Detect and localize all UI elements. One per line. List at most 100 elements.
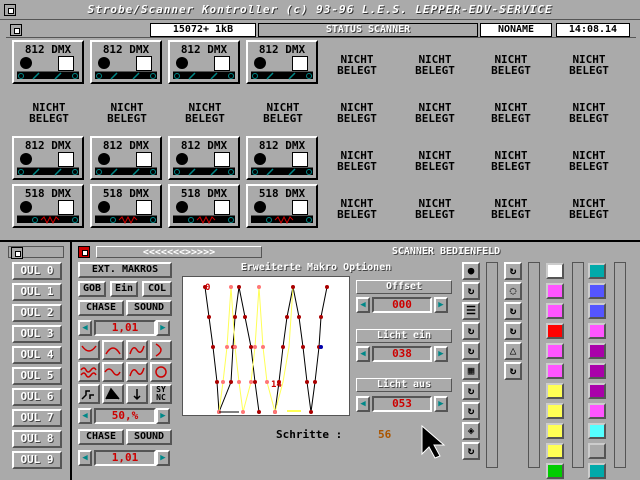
tool-icon-4[interactable]: ↻ — [462, 342, 480, 360]
scrollbar-2[interactable] — [528, 262, 540, 468]
tool2-icon-1[interactable]: ◌ — [504, 282, 522, 300]
scrollbar-3[interactable] — [572, 262, 584, 468]
sync-icon[interactable]: SY NC — [150, 384, 172, 404]
double-wave-icon[interactable] — [78, 362, 100, 382]
dmx-slider[interactable] — [251, 215, 313, 225]
tool-icon-8[interactable]: ◈ — [462, 422, 480, 440]
s-curve-icon[interactable] — [126, 340, 148, 360]
output-button-4[interactable]: OUL 4 — [12, 346, 62, 364]
empty-slot[interactable]: NICHT BELEGT — [554, 198, 624, 220]
color-swatch-b-2[interactable] — [588, 303, 606, 319]
triangle-icon[interactable] — [102, 384, 124, 404]
empty-slot[interactable]: NICHT BELEGT — [400, 150, 470, 172]
tool-icon-2[interactable]: ☰ — [462, 302, 480, 320]
scanner-nav[interactable]: <<<<<<<>>>>> — [96, 246, 262, 258]
bracket-curve-icon[interactable] — [150, 340, 172, 360]
empty-slot[interactable]: NICHT BELEGT — [476, 150, 546, 172]
sound-button[interactable]: SOUND — [126, 300, 172, 316]
output-button-2[interactable]: OUL 2 — [12, 304, 62, 322]
ext-macros-button[interactable]: EXT. MAKROS — [78, 262, 172, 278]
gob-button[interactable]: GOB — [78, 281, 106, 297]
licht-ein-decrease-icon[interactable]: ◀ — [356, 346, 370, 362]
color-swatch-b-1[interactable] — [588, 283, 606, 299]
macro-graph[interactable]: 0 14 — [182, 276, 350, 416]
color-swatch-1[interactable] — [546, 283, 564, 299]
dmx-slider[interactable] — [173, 167, 235, 176]
output-button-0[interactable]: OUL 0 — [12, 262, 62, 280]
output-button-9[interactable]: OUL 9 — [12, 451, 62, 469]
tool2-icon-2[interactable]: ↻ — [504, 302, 522, 320]
dmx-slider[interactable] — [17, 215, 79, 225]
empty-slot[interactable]: NICHT BELEGT — [400, 198, 470, 220]
tool-icon-7[interactable]: ↻ — [462, 402, 480, 420]
color-swatch-10[interactable] — [546, 463, 564, 479]
down-arrow-icon[interactable] — [126, 384, 148, 404]
color-swatch-8[interactable] — [546, 423, 564, 439]
scrollbar-1[interactable] — [486, 262, 498, 468]
color-swatch-2[interactable] — [546, 303, 564, 319]
output-button-3[interactable]: OUL 3 — [12, 325, 62, 343]
empty-slot[interactable]: NICHT BELEGT — [92, 102, 162, 124]
value3-increase-icon[interactable]: ▶ — [156, 450, 170, 466]
color-swatch-b-5[interactable] — [588, 363, 606, 379]
dmx-slider[interactable] — [95, 71, 157, 80]
ein-button[interactable]: Ein — [110, 281, 138, 297]
licht-ein-increase-icon[interactable]: ▶ — [434, 346, 448, 362]
dmx-device-518[interactable]: 518 DMX — [90, 184, 162, 228]
circle-icon[interactable] — [150, 362, 172, 382]
licht-aus-increase-icon[interactable]: ▶ — [434, 396, 448, 412]
dmx-slider[interactable] — [17, 71, 79, 80]
empty-slot[interactable]: NICHT BELEGT — [554, 54, 624, 76]
rising-wave-icon[interactable] — [126, 362, 148, 382]
color-swatch-b-4[interactable] — [588, 343, 606, 359]
col-button[interactable]: COL — [142, 281, 172, 297]
empty-slot[interactable]: NICHT BELEGT — [170, 102, 240, 124]
color-swatch-7[interactable] — [546, 403, 564, 419]
output-button-6[interactable]: OUL 6 — [12, 388, 62, 406]
color-swatch-b-9[interactable] — [588, 443, 606, 459]
color-swatch-9[interactable] — [546, 443, 564, 459]
licht-aus-decrease-icon[interactable]: ◀ — [356, 396, 370, 412]
dmx-device-812[interactable]: 812 DMX — [246, 136, 318, 180]
sound2-button[interactable]: SOUND — [126, 429, 172, 445]
dmx-slider[interactable] — [173, 71, 235, 80]
dmx-device-812[interactable]: 812 DMX — [90, 40, 162, 84]
dmx-slider[interactable] — [95, 215, 157, 225]
value1-decrease-icon[interactable]: ◀ — [78, 320, 92, 336]
color-swatch-b-8[interactable] — [588, 423, 606, 439]
dmx-slider[interactable] — [17, 167, 79, 176]
empty-slot[interactable]: NICHT BELEGT — [476, 198, 546, 220]
tool-icon-3[interactable]: ↻ — [462, 322, 480, 340]
empty-slot[interactable]: NICHT BELEGT — [14, 102, 84, 124]
tool2-icon-3[interactable]: ↻ — [504, 322, 522, 340]
scrollbar-4[interactable] — [614, 262, 626, 468]
tool-icon-0[interactable]: ● — [462, 262, 480, 280]
color-swatch-5[interactable] — [546, 363, 564, 379]
color-swatch-3[interactable] — [546, 323, 564, 339]
tool-icon-1[interactable]: ↻ — [462, 282, 480, 300]
dmx-slider[interactable] — [95, 167, 157, 176]
color-swatch-6[interactable] — [546, 383, 564, 399]
dmx-device-812[interactable]: 812 DMX — [12, 136, 84, 180]
empty-slot[interactable]: NICHT BELEGT — [322, 54, 392, 76]
dmx-slider[interactable] — [251, 167, 313, 176]
dmx-slider[interactable] — [251, 71, 313, 80]
empty-slot[interactable]: NICHT BELEGT — [476, 102, 546, 124]
dmx-device-518[interactable]: 518 DMX — [168, 184, 240, 228]
output-close-icon[interactable] — [11, 247, 23, 259]
curve-down-icon[interactable] — [78, 340, 100, 360]
dmx-device-812[interactable]: 812 DMX — [168, 136, 240, 180]
tool-icon-9[interactable]: ↻ — [462, 442, 480, 460]
color-swatch-4[interactable] — [546, 343, 564, 359]
color-swatch-b-10[interactable] — [588, 463, 606, 479]
value1-increase-icon[interactable]: ▶ — [156, 320, 170, 336]
color-swatch-b-0[interactable] — [588, 263, 606, 279]
wave-icon[interactable] — [102, 362, 124, 382]
dmx-device-812[interactable]: 812 DMX — [168, 40, 240, 84]
chase-button[interactable]: CHASE — [78, 300, 124, 316]
dmx-device-518[interactable]: 518 DMX — [12, 184, 84, 228]
tool2-icon-5[interactable]: ↻ — [504, 362, 522, 380]
dmx-slider[interactable] — [173, 215, 235, 225]
color-swatch-b-7[interactable] — [588, 403, 606, 419]
empty-slot[interactable]: NICHT BELEGT — [400, 102, 470, 124]
